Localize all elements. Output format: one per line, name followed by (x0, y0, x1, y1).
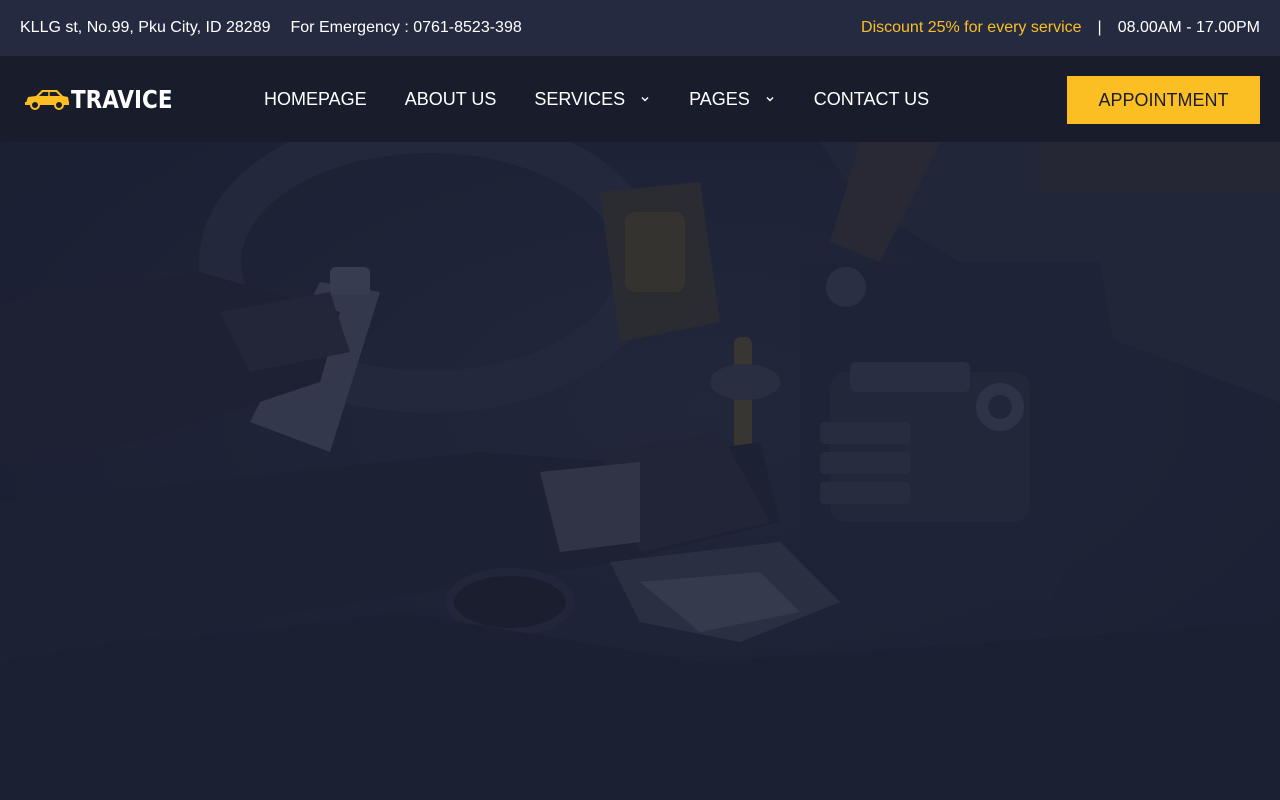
nav-about-us[interactable]: ABOUT US (405, 89, 497, 110)
nav-label: HOMEPAGE (264, 88, 367, 109)
main-navbar: TRAVICE HOMEPAGE ABOUT US SERVICES PAGES… (0, 56, 1280, 142)
nav-services[interactable]: SERVICES (534, 89, 651, 110)
chevron-down-icon (764, 93, 776, 105)
appointment-button[interactable]: APPOINTMENT (1067, 76, 1260, 124)
site-logo[interactable]: TRAVICE (24, 85, 264, 114)
nav-homepage[interactable]: HOMEPAGE (264, 89, 367, 110)
nav-label: ABOUT US (404, 88, 497, 109)
nav-label: SERVICES (534, 88, 626, 109)
address-text: KLLG st, No.99, Pku City, ID 28289 (20, 19, 271, 36)
top-info-left: KLLG st, No.99, Pku City, ID 28289 For E… (20, 19, 522, 37)
chevron-down-icon (639, 93, 651, 105)
hero-overlay (0, 142, 1280, 800)
nav-pages[interactable]: PAGES (689, 89, 776, 110)
separator: | (1097, 19, 1102, 36)
nav-contact-us[interactable]: CONTACT US (814, 89, 929, 110)
top-info-bar: KLLG st, No.99, Pku City, ID 28289 For E… (0, 0, 1280, 56)
nav-label: PAGES (689, 88, 750, 109)
opening-hours: 08.00AM - 17.00PM (1117, 19, 1260, 36)
hero-banner (0, 142, 1280, 800)
nav-label: CONTACT US (813, 88, 930, 109)
top-info-right: Discount 25% for every service | 08.00AM… (861, 19, 1260, 37)
main-menu: HOMEPAGE ABOUT US SERVICES PAGES CONTACT… (264, 56, 929, 142)
emergency-phone[interactable]: For Emergency : 0761-8523-398 (291, 19, 522, 37)
discount-text: Discount 25% for every service (861, 19, 1082, 36)
logo-text: TRAVICE (71, 84, 173, 114)
car-icon (24, 86, 70, 112)
